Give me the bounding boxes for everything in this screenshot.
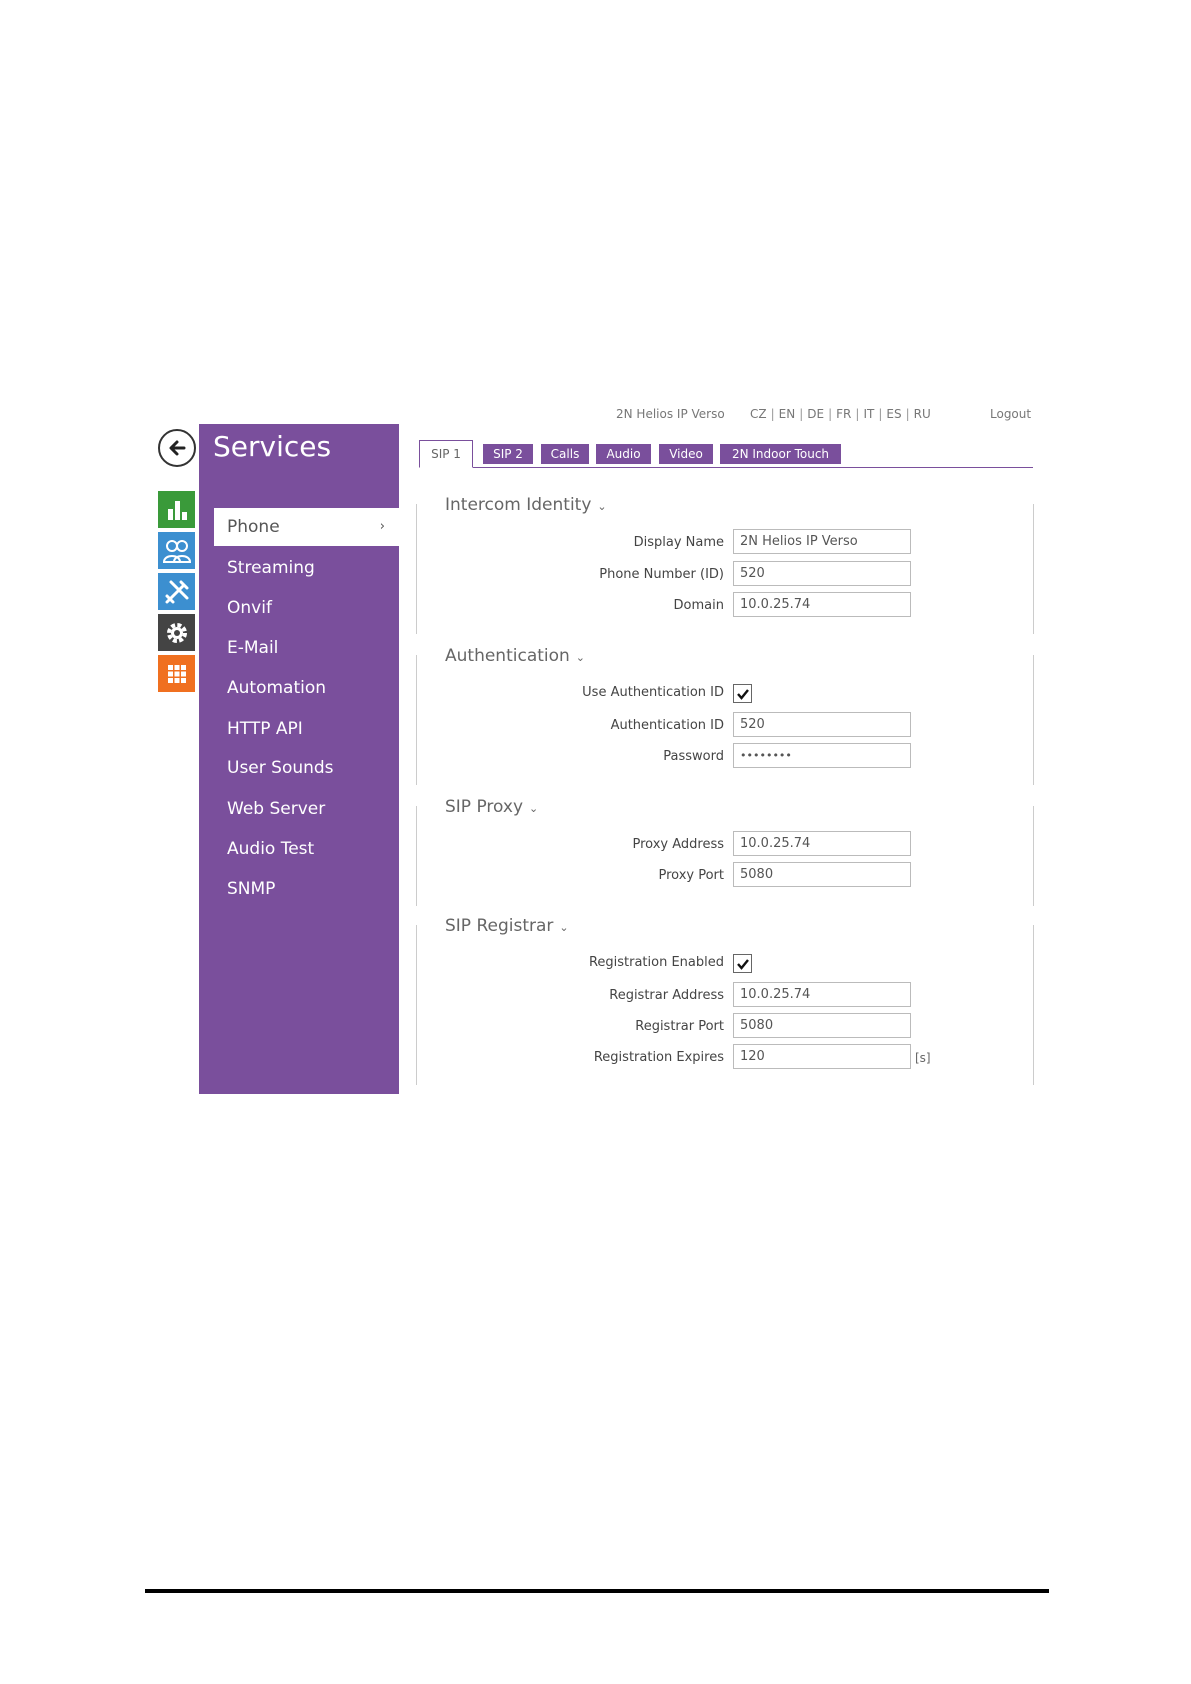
registration-expires-unit: [s]: [915, 1051, 931, 1065]
proxy-port-input[interactable]: [733, 862, 911, 887]
sidebar-item-label: Phone: [227, 517, 280, 537]
arrow-left-icon: [169, 440, 186, 456]
lang-en[interactable]: EN: [779, 407, 796, 421]
lang-separator: |: [855, 407, 860, 421]
page-divider: [145, 1589, 1049, 1593]
registrar-address-label: Registrar Address: [609, 988, 724, 1003]
registration-enabled-checkbox[interactable]: [733, 954, 752, 973]
registration-expires-input[interactable]: [733, 1044, 911, 1069]
device-name: 2N Helios IP Verso: [616, 407, 725, 421]
tab-bar: SIP 1 SIP 2 Calls Audio Video 2N Indoor …: [419, 440, 1033, 468]
lang-separator: |: [878, 407, 883, 421]
use-auth-id-label: Use Authentication ID: [582, 685, 724, 700]
proxy-address-input[interactable]: [733, 831, 911, 856]
sidebar-item-email[interactable]: E-Mail: [199, 629, 399, 667]
proxy-address-label: Proxy Address: [632, 837, 724, 852]
lang-separator: |: [905, 407, 910, 421]
checkmark-icon: [736, 688, 749, 700]
system-icon[interactable]: [158, 614, 195, 651]
display-name-input[interactable]: [733, 529, 911, 554]
password-label: Password: [663, 749, 724, 764]
logout-link[interactable]: Logout: [990, 407, 1031, 421]
lang-es[interactable]: ES: [886, 407, 901, 421]
section-title-text: SIP Proxy: [445, 797, 524, 817]
lang-ru[interactable]: RU: [914, 407, 931, 421]
registrar-address-input[interactable]: [733, 982, 911, 1007]
tab-video[interactable]: Video: [659, 444, 713, 464]
chevron-down-icon: ⌄: [575, 651, 586, 664]
phone-number-label: Phone Number (ID): [599, 567, 724, 582]
section-authentication: [416, 655, 1034, 785]
sidebar-item-web-server[interactable]: Web Server: [199, 790, 399, 828]
password-input[interactable]: [733, 743, 911, 768]
domain-label: Domain: [673, 598, 724, 613]
services-icon[interactable]: [158, 655, 195, 692]
section-title-sip-proxy[interactable]: SIP Proxy ⌄: [445, 797, 538, 817]
directory-icon[interactable]: [158, 532, 195, 569]
registrar-port-input[interactable]: [733, 1013, 911, 1038]
lang-cz[interactable]: CZ: [750, 407, 767, 421]
auth-id-label: Authentication ID: [610, 718, 724, 733]
sidebar-item-streaming[interactable]: Streaming: [199, 549, 399, 587]
chevron-down-icon: ⌄: [559, 921, 569, 934]
sidebar-item-user-sounds[interactable]: User Sounds: [199, 749, 399, 787]
sidebar-item-phone[interactable]: Phone ›: [214, 508, 399, 546]
status-icon[interactable]: [158, 491, 195, 528]
sidebar-item-http-api[interactable]: HTTP API: [199, 710, 399, 748]
domain-input[interactable]: [733, 592, 911, 617]
lang-fr[interactable]: FR: [836, 407, 851, 421]
chevron-down-icon: ⌄: [597, 500, 607, 513]
tab-audio[interactable]: Audio: [596, 444, 651, 464]
sidebar: Services Phone › Streaming Onvif E-Mail …: [199, 424, 399, 1094]
lang-separator: |: [770, 407, 775, 421]
registration-expires-label: Registration Expires: [593, 1050, 724, 1065]
section-title-text: Authentication: [445, 646, 570, 666]
section-title-intercom-identity[interactable]: Intercom Identity ⌄: [445, 495, 607, 515]
sidebar-title: Services: [213, 430, 332, 463]
back-button[interactable]: [158, 429, 196, 467]
section-sip-proxy: [416, 806, 1034, 906]
display-name-label: Display Name: [633, 535, 724, 550]
auth-id-input[interactable]: [733, 712, 911, 737]
sidebar-item-snmp[interactable]: SNMP: [199, 870, 399, 908]
tab-indoor-touch[interactable]: 2N Indoor Touch: [720, 444, 841, 464]
phone-number-input[interactable]: [733, 561, 911, 586]
section-title-authentication[interactable]: Authentication ⌄: [445, 646, 585, 666]
registration-enabled-label: Registration Enabled: [588, 955, 724, 970]
chevron-down-icon: ⌄: [529, 802, 539, 815]
section-title-sip-registrar[interactable]: SIP Registrar ⌄: [445, 916, 569, 936]
lang-de[interactable]: DE: [807, 407, 824, 421]
section-title-text: SIP Registrar: [445, 916, 554, 936]
sidebar-item-automation[interactable]: Automation: [199, 669, 399, 707]
use-auth-id-checkbox[interactable]: [733, 684, 752, 703]
tab-sip2[interactable]: SIP 2: [483, 444, 533, 464]
hardware-icon[interactable]: [158, 573, 195, 610]
language-selector: CZ | EN | DE | FR | IT | ES | RU: [750, 407, 931, 421]
tab-calls[interactable]: Calls: [541, 444, 589, 464]
section-intercom-identity: [416, 504, 1034, 634]
chevron-right-icon: ›: [379, 519, 385, 534]
section-title-text: Intercom Identity: [445, 495, 592, 515]
registrar-port-label: Registrar Port: [635, 1019, 724, 1034]
sidebar-item-onvif[interactable]: Onvif: [199, 589, 399, 627]
section-sip-registrar: [416, 925, 1034, 1085]
checkmark-icon: [736, 958, 749, 970]
proxy-port-label: Proxy Port: [658, 868, 724, 883]
sidebar-item-audio-test[interactable]: Audio Test: [199, 830, 399, 868]
lang-separator: |: [799, 407, 804, 421]
lang-it[interactable]: IT: [863, 407, 874, 421]
tab-sip1[interactable]: SIP 1: [419, 440, 473, 468]
lang-separator: |: [828, 407, 833, 421]
